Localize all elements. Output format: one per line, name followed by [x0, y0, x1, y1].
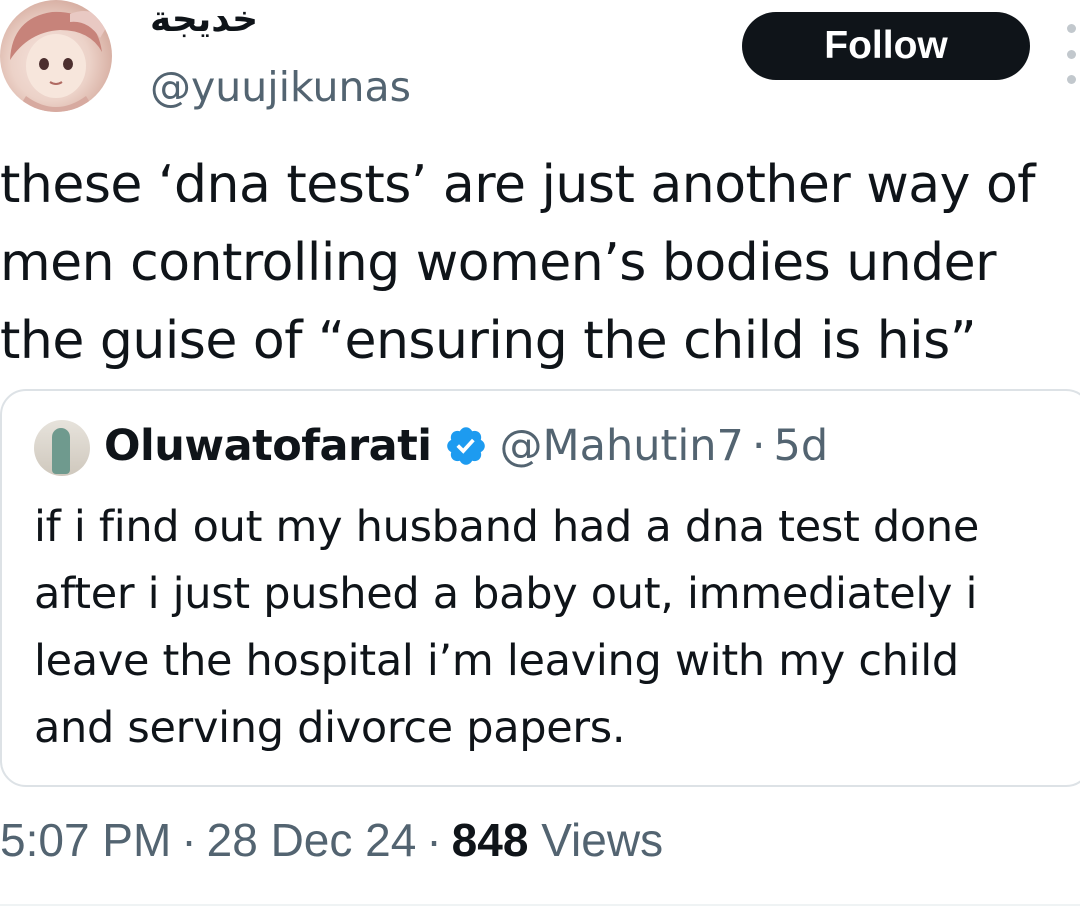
quote-author-avatar[interactable]: [34, 420, 90, 476]
tweet-text: these ‘dna tests’ are just another way o…: [0, 146, 1080, 380]
tweet-text-line: the guise of “ensuring the child is his”: [0, 311, 977, 371]
quote-author-handle[interactable]: @Mahutin7: [500, 418, 744, 474]
more-dot: [1066, 75, 1076, 84]
separator-dot: ·: [751, 421, 766, 471]
quote-text: if i find out my husband had a dna test …: [34, 494, 1074, 762]
tweet-date[interactable]: 28 Dec 24: [207, 814, 417, 866]
tweet-view: خديجة @yuujikunas Follow these ‘dna test…: [0, 0, 1080, 923]
views-count: 848: [451, 814, 529, 866]
separator-dot: ·: [426, 814, 442, 866]
follow-button[interactable]: Follow: [742, 12, 1030, 80]
author-avatar[interactable]: [0, 0, 112, 112]
quote-text-line: after i just pushed a baby out, immediat…: [34, 569, 978, 619]
quote-text-line: leave the hospital i’m leaving with my c…: [34, 636, 959, 686]
author-handle[interactable]: @yuujikunas: [150, 62, 411, 112]
avatar-illustration: [10, 11, 106, 112]
author-display-name[interactable]: خديجة: [150, 0, 258, 40]
more-dot: [1066, 49, 1076, 59]
more-vertical-icon[interactable]: [1064, 24, 1078, 84]
quote-author-name[interactable]: Oluwatofarati: [104, 418, 432, 474]
separator-dot: ·: [181, 814, 197, 866]
quote-text-line: if i find out my husband had a dna test …: [34, 502, 980, 552]
tweet-text-line: these ‘dna tests’ are just another way o…: [0, 155, 1036, 215]
views-label: Views: [541, 814, 664, 866]
tweet-text-line: men controlling women’s bodies under: [0, 233, 997, 293]
quote-age[interactable]: 5d: [774, 418, 829, 474]
quote-text-line: and serving divorce papers.: [34, 703, 626, 753]
avatar-figure: [52, 428, 70, 474]
tweet-meta: 5:07 PM · 28 Dec 24 · 848 Views: [0, 810, 663, 870]
quote-header: Oluwatofarati @Mahutin7 · 5d: [104, 418, 828, 474]
divider: [0, 904, 1080, 906]
verified-badge-icon: [446, 427, 485, 465]
more-dot: [1066, 24, 1076, 33]
tweet-time[interactable]: 5:07 PM: [0, 814, 171, 866]
